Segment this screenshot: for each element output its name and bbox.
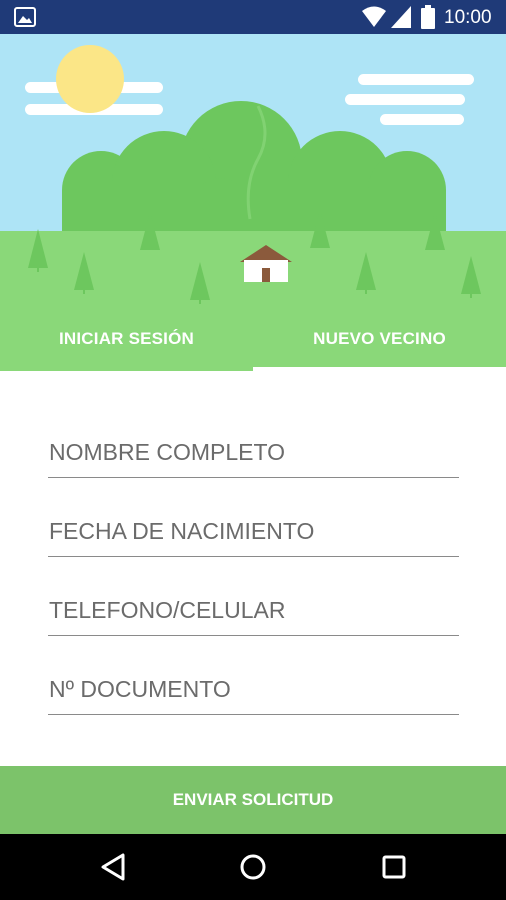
full-name-field[interactable] — [48, 434, 459, 478]
wifi-icon — [362, 6, 386, 27]
tab-iniciar-sesion[interactable]: INICIAR SESIÓN — [0, 311, 253, 367]
submit-request-button[interactable]: ENVIAR SOLICITUD — [0, 766, 506, 834]
document-number-field[interactable] — [48, 671, 459, 715]
status-clock: 10:00 — [444, 7, 492, 28]
back-icon[interactable] — [95, 849, 131, 885]
status-bar: 10:00 — [0, 0, 506, 34]
recents-icon[interactable] — [376, 849, 412, 885]
battery-icon — [421, 5, 435, 29]
home-icon[interactable] — [235, 849, 271, 885]
system-nav-bar — [0, 834, 506, 900]
tab-nuevo-vecino[interactable]: NUEVO VECINO — [253, 311, 506, 367]
tab-bar: INICIAR SESIÓN NUEVO VECINO — [0, 311, 506, 371]
registration-form — [0, 371, 506, 766]
phone-field[interactable] — [48, 592, 459, 636]
sun — [56, 45, 124, 113]
gallery-icon — [14, 7, 36, 27]
signal-icon — [391, 6, 411, 28]
birth-date-field[interactable] — [48, 513, 459, 557]
